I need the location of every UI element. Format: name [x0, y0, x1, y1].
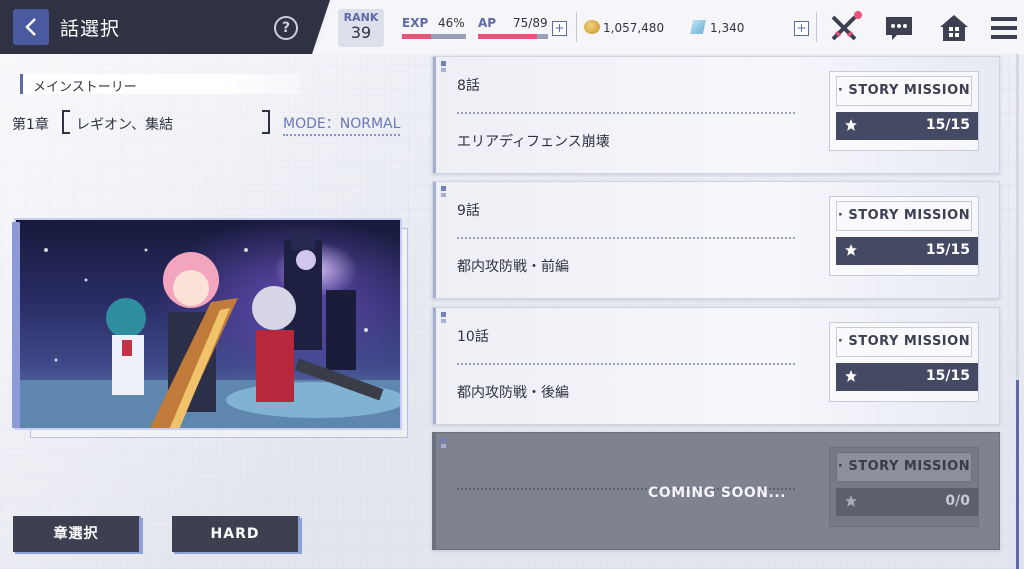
chat-icon — [886, 17, 912, 40]
mission-score: 15/15 — [836, 112, 978, 140]
card-marker — [441, 444, 446, 448]
exp-value: 46% — [438, 16, 465, 30]
episode-card[interactable]: 9話 都内攻防戦・前編 · STORY MISSION · 15/15 — [432, 181, 1000, 299]
divider — [576, 12, 577, 42]
bracket-right — [262, 110, 270, 134]
hard-mode-button[interactable]: HARD — [172, 516, 300, 552]
exp-bar — [402, 34, 466, 39]
ap-label: AP — [478, 16, 497, 30]
story-mission-label: · STORY MISSION · — [836, 76, 972, 126]
ap-value: 75/89 — [513, 16, 548, 30]
episode-card-locked: COMING SOON... · STORY MISSION · 0/0 — [432, 432, 1000, 550]
artwork-illustration — [16, 230, 400, 428]
mission-score: 0/0 — [836, 488, 978, 516]
menu-icon — [991, 17, 1017, 39]
menu-button[interactable] — [988, 12, 1020, 44]
dotted-divider — [457, 112, 795, 114]
episode-name: 都内攻防戦・後編 — [457, 385, 569, 401]
rank-value: 39 — [350, 23, 372, 42]
mission-score: 15/15 — [836, 237, 978, 265]
divider — [816, 12, 817, 42]
star-icon — [845, 495, 857, 507]
story-mission-box: · STORY MISSION · 15/15 — [829, 196, 979, 276]
card-marker — [441, 193, 446, 197]
home-button[interactable] — [938, 12, 970, 44]
episode-number: 8話 — [457, 78, 480, 94]
story-mission-box: · STORY MISSION · 0/0 — [829, 447, 979, 527]
card-marker — [441, 61, 446, 66]
story-mission-box: · STORY MISSION · 15/15 — [829, 322, 979, 402]
episode-number: 9話 — [457, 203, 480, 219]
ap-bar-fill — [478, 34, 537, 39]
story-mission-label: · STORY MISSION · — [836, 201, 972, 251]
exp-label: EXP — [402, 16, 429, 30]
back-button[interactable] — [13, 9, 49, 45]
episode-name: 都内攻防戦・前編 — [457, 259, 569, 275]
episode-card[interactable]: 8話 エリアディフェンス崩壊 · STORY MISSION · 15/15 — [432, 56, 1000, 174]
exp-bar-fill — [402, 34, 432, 39]
notification-dot — [854, 11, 862, 19]
page-title: 話選択 — [60, 18, 121, 40]
story-mission-label: · STORY MISSION · — [836, 327, 972, 377]
star-icon — [845, 370, 857, 382]
section-title: メインストーリー — [33, 80, 137, 95]
gold-value: 1,057,480 — [603, 21, 665, 35]
star-icon — [845, 244, 857, 256]
bracket-left — [62, 110, 70, 134]
star-icon — [845, 119, 857, 131]
top-bar: 話選択 ? RANK 39 EXP 46% AP 75/89 + 1,057,4… — [0, 0, 1024, 54]
gem-value: 1,340 — [710, 21, 745, 35]
episode-name: エリアディフェンス崩壊 — [457, 134, 610, 150]
help-button[interactable]: ? — [274, 16, 298, 40]
dotted-divider — [457, 237, 795, 239]
home-icon — [940, 15, 968, 41]
chapter-number: 第1章 — [12, 117, 49, 133]
mission-score-value: 15/15 — [925, 117, 970, 133]
chapter-select-button[interactable]: 章選択 — [13, 516, 141, 552]
card-marker — [441, 68, 446, 72]
mission-score-value: 0/0 — [945, 493, 970, 509]
chat-button[interactable] — [883, 12, 915, 44]
mission-score-value: 15/15 — [925, 242, 970, 258]
mission-score-value: 15/15 — [925, 368, 970, 384]
gold-coin-icon — [584, 20, 600, 34]
card-marker — [441, 312, 446, 317]
story-mission-label: · STORY MISSION · — [836, 452, 972, 502]
mission-score: 15/15 — [836, 363, 978, 391]
rank-badge: RANK 39 — [338, 9, 384, 47]
gem-plus-button[interactable]: + — [794, 21, 809, 36]
artwork-accent — [12, 222, 20, 428]
card-marker — [441, 319, 446, 323]
chevron-left-icon — [25, 18, 36, 36]
ap-plus-button[interactable]: + — [552, 21, 567, 36]
ap-bar — [478, 34, 548, 39]
episode-card[interactable]: 10話 都内攻防戦・後編 · STORY MISSION · 15/15 — [432, 307, 1000, 425]
dotted-divider — [457, 363, 795, 365]
story-mission-box: · STORY MISSION · 15/15 — [829, 71, 979, 151]
episode-number: 10話 — [457, 329, 489, 345]
scrollbar-thumb[interactable] — [1016, 380, 1019, 569]
chapter-name: レギオン、集結 — [76, 117, 174, 133]
chapter-artwork — [14, 218, 402, 430]
card-marker — [441, 437, 446, 442]
card-marker — [441, 186, 446, 191]
mode-toggle[interactable]: MODE：NORMAL — [283, 113, 401, 136]
